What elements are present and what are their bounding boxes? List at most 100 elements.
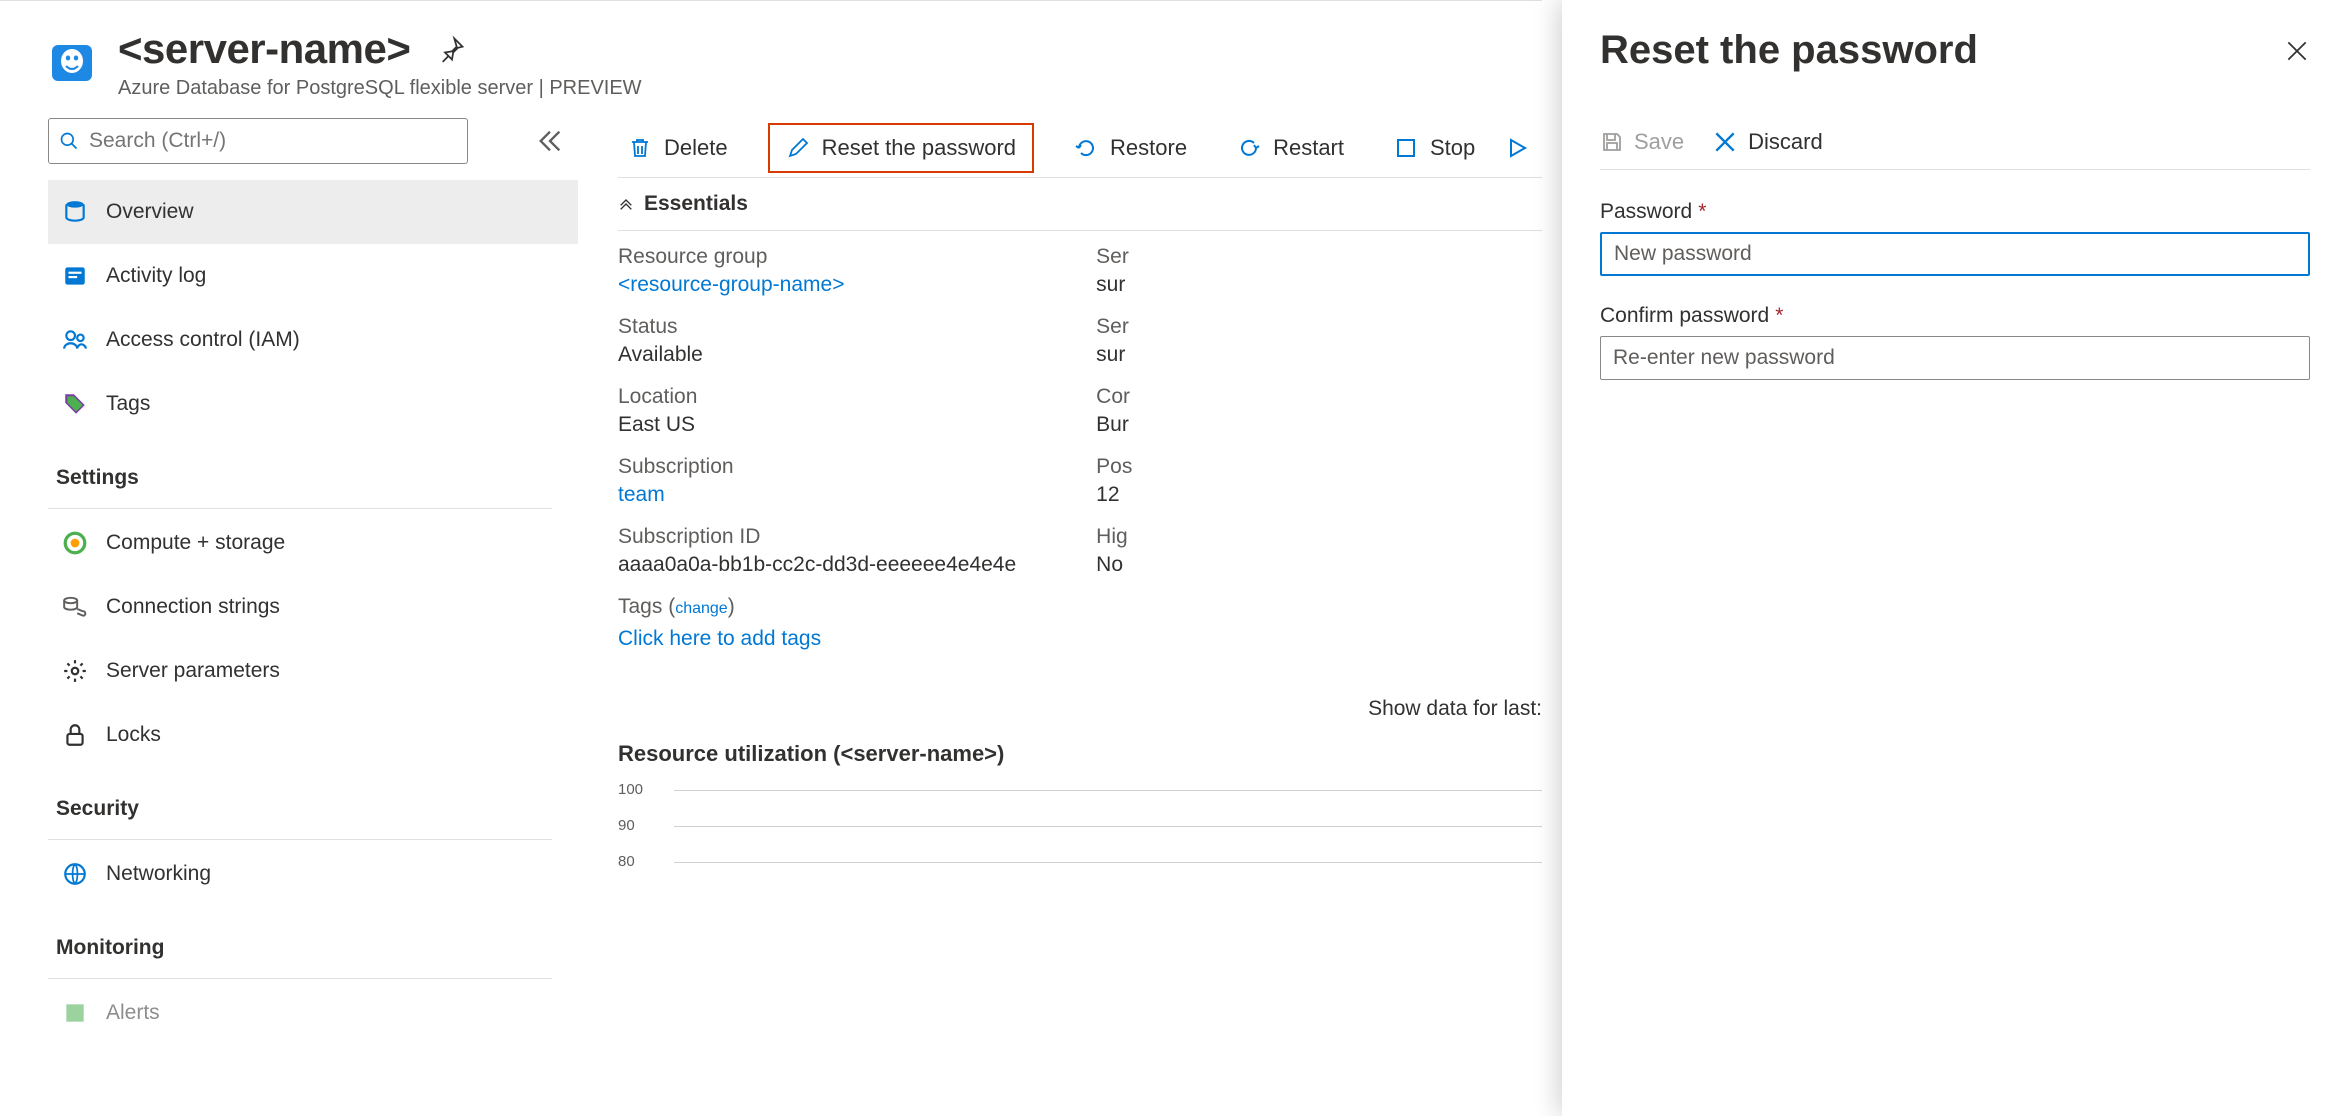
save-button[interactable]: Save xyxy=(1600,129,1684,155)
divider xyxy=(48,839,552,840)
discard-icon xyxy=(1712,129,1738,155)
field-server-admin: Sersur xyxy=(1096,315,1132,367)
sidebar-item-compute[interactable]: Compute + storage xyxy=(48,511,578,575)
pin-icon[interactable] xyxy=(438,35,466,63)
required-asterisk: * xyxy=(1775,304,1783,327)
sidebar-item-locks[interactable]: Locks xyxy=(48,703,578,767)
show-data-label: Show data for last: xyxy=(1368,697,1542,721)
search-input[interactable] xyxy=(89,129,457,153)
chevron-up-double-icon xyxy=(618,196,634,212)
sidebar-item-label: Networking xyxy=(106,862,211,886)
restore-icon xyxy=(1074,136,1098,160)
sidebar-heading-security: Security xyxy=(48,767,578,833)
essentials-grid: Resource group <resource-group-name> Sta… xyxy=(618,231,1542,651)
sidebar-item-alerts[interactable]: Alerts xyxy=(48,981,578,1045)
chart-title: Resource utilization (<server-name>) xyxy=(618,741,1542,767)
start-icon[interactable] xyxy=(1505,136,1529,160)
y-tick: 80 xyxy=(618,853,635,870)
restart-button[interactable]: Restart xyxy=(1227,127,1354,169)
discard-button[interactable]: Discard xyxy=(1712,129,1823,155)
essentials-toggle[interactable]: Essentials xyxy=(618,178,1542,231)
divider xyxy=(48,978,552,979)
sidebar-item-label: Compute + storage xyxy=(106,531,285,555)
restart-icon xyxy=(1237,136,1261,160)
stop-button[interactable]: Stop xyxy=(1384,127,1485,169)
people-icon xyxy=(62,327,88,353)
field-tags: Tags (change) Click here to add tags xyxy=(618,595,1016,651)
sidebar-item-tags[interactable]: Tags xyxy=(48,372,578,436)
field-confirm-password: Confirm password* xyxy=(1600,304,2310,380)
sidebar-item-label: Server parameters xyxy=(106,659,280,683)
field-postgres-version: Pos12 xyxy=(1096,455,1132,507)
sidebar-item-networking[interactable]: Networking xyxy=(48,842,578,906)
delete-button[interactable]: Delete xyxy=(618,127,738,169)
panel-title: Reset the password xyxy=(1600,28,1978,73)
gridline xyxy=(674,790,1542,791)
field-subscription-id: Subscription ID aaaa0a0a-bb1b-cc2c-dd3d-… xyxy=(618,525,1016,577)
sidebar-item-label: Connection strings xyxy=(106,595,280,619)
sidebar-item-overview[interactable]: Overview xyxy=(48,180,578,244)
resource-utilization-chart: 100 90 80 xyxy=(618,781,1542,901)
sidebar-item-label: Alerts xyxy=(106,1001,160,1025)
field-password: Password* xyxy=(1600,200,2310,276)
close-icon[interactable] xyxy=(2284,38,2310,64)
y-tick: 90 xyxy=(618,817,635,834)
toolbar-label: Stop xyxy=(1430,135,1475,161)
restore-button[interactable]: Restore xyxy=(1064,127,1197,169)
sidebar-item-label: Access control (IAM) xyxy=(106,328,300,352)
y-tick: 100 xyxy=(618,781,643,798)
password-input[interactable] xyxy=(1600,232,2310,276)
sidebar-item-label: Overview xyxy=(106,200,194,224)
database-icon xyxy=(62,199,88,225)
sidebar-heading-monitoring: Monitoring xyxy=(48,906,578,972)
alerts-icon xyxy=(62,1000,88,1026)
sidebar-item-activity-log[interactable]: Activity log xyxy=(48,244,578,308)
toolbar-label: Restore xyxy=(1110,135,1187,161)
divider xyxy=(48,508,552,509)
activity-log-icon xyxy=(62,263,88,289)
gridline xyxy=(674,826,1542,827)
panel-button-label: Save xyxy=(1634,129,1684,155)
postgresql-icon xyxy=(48,39,96,87)
trash-icon xyxy=(628,136,652,160)
field-resource-group: Resource group <resource-group-name> xyxy=(618,245,1016,297)
field-compute-tier: CorBur xyxy=(1096,385,1132,437)
main-content: Delete Reset the password Restore Restar… xyxy=(578,118,1542,1116)
collapse-sidebar-icon[interactable] xyxy=(536,127,564,155)
confirm-password-input[interactable] xyxy=(1600,336,2310,380)
subscription-link[interactable]: team xyxy=(618,483,1016,507)
field-high-availability: HigNo xyxy=(1096,525,1132,577)
resource-group-link[interactable]: <resource-group-name> xyxy=(618,273,1016,297)
sidebar-nav: Overview Activity log Access control (IA… xyxy=(48,180,578,1045)
sidebar-item-label: Locks xyxy=(106,723,161,747)
sidebar-item-label: Activity log xyxy=(106,264,206,288)
field-server-name: Sersur xyxy=(1096,245,1132,297)
sidebar: Overview Activity log Access control (IA… xyxy=(48,118,578,1116)
save-icon xyxy=(1600,130,1624,154)
change-tags-link[interactable]: change xyxy=(675,600,728,617)
toolbar-label: Reset the password xyxy=(822,135,1016,161)
reset-password-panel: Reset the password Save Discard Password… xyxy=(1562,0,2348,1116)
toolbar-label: Delete xyxy=(664,135,728,161)
field-location: Location East US xyxy=(618,385,1016,437)
sidebar-item-connection-strings[interactable]: Connection strings xyxy=(48,575,578,639)
sidebar-item-server-parameters[interactable]: Server parameters xyxy=(48,639,578,703)
panel-button-label: Discard xyxy=(1748,129,1823,155)
search-box[interactable] xyxy=(48,118,468,164)
sidebar-item-iam[interactable]: Access control (IAM) xyxy=(48,308,578,372)
add-tags-link[interactable]: Click here to add tags xyxy=(618,627,1016,651)
compute-icon xyxy=(62,530,88,556)
page-subtitle: Azure Database for PostgreSQL flexible s… xyxy=(118,77,642,100)
resource-header: <server-name> Azure Database for Postgre… xyxy=(48,25,1542,100)
stop-icon xyxy=(1394,136,1418,160)
reset-password-button[interactable]: Reset the password xyxy=(768,123,1034,173)
required-asterisk: * xyxy=(1698,200,1706,223)
lock-icon xyxy=(62,722,88,748)
page-title: <server-name> xyxy=(118,25,410,73)
gear-icon xyxy=(62,658,88,684)
sidebar-heading-settings: Settings xyxy=(48,436,578,502)
edit-icon xyxy=(786,136,810,160)
field-subscription: Subscription team xyxy=(618,455,1016,507)
gridline xyxy=(674,862,1542,863)
sidebar-item-label: Tags xyxy=(106,392,150,416)
